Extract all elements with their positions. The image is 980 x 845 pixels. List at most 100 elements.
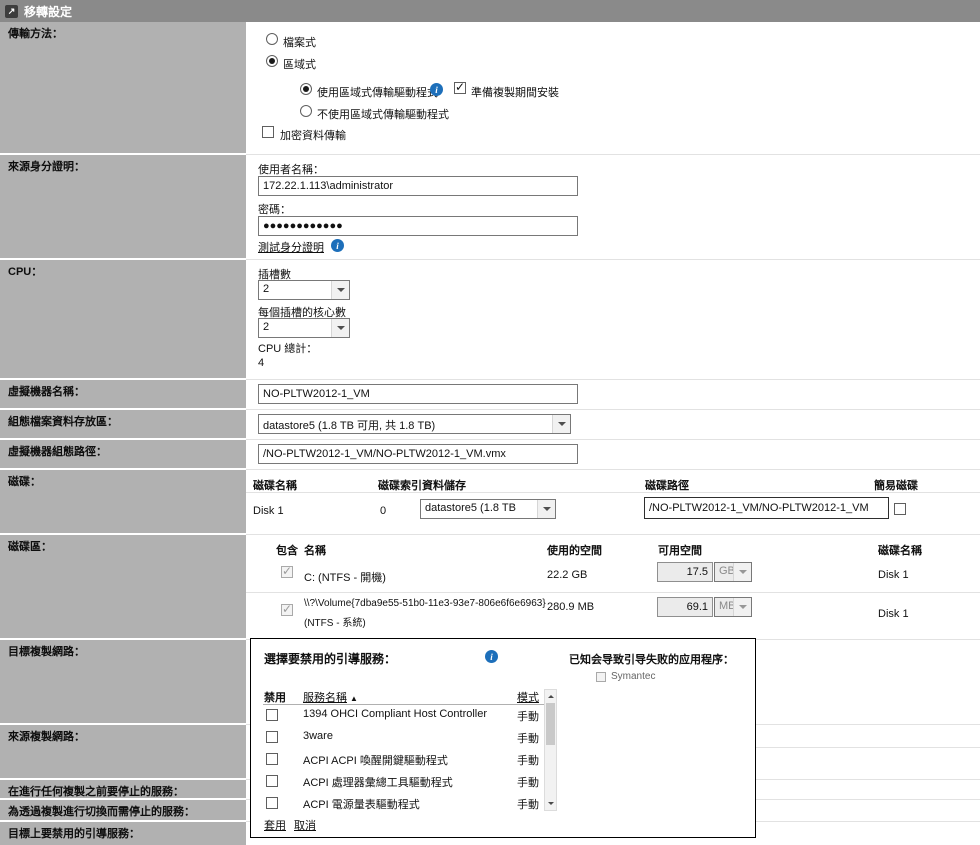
install-during-replication-checkbox[interactable] [454,82,466,94]
apply-link[interactable]: 套用 [264,817,286,833]
test-credentials-link[interactable]: 測試身分證明 [258,239,324,255]
volume-unit-select: GB [714,562,752,582]
chevron-down-icon [552,415,570,433]
service-name-sort[interactable]: 服務名稱 [303,692,347,704]
password-input[interactable] [258,216,578,236]
service-mode: 手動 [517,752,539,768]
file-based-radio[interactable] [266,33,278,45]
volume-name-suffix: (NTFS - 系統) [304,614,366,629]
vm-name-input[interactable] [258,384,578,404]
row-separator [246,154,980,155]
scroll-up-button[interactable] [545,690,556,703]
use-driver-radio[interactable] [300,83,312,95]
encrypt-checkbox[interactable] [262,126,274,138]
service-name: ACPI 電源量表驅動程式 [303,796,420,812]
disk-col-thin: 簡易磁碟 [874,477,918,493]
scroll-thumb[interactable] [546,703,555,745]
vol-col-include: 包含 [276,542,298,558]
config-datastore-value: datastore5 (1.8 TB 可用, 共 1.8 TB) [259,415,552,433]
known-apps-title: 已知会导致引导失败的应用程序： [569,651,734,667]
disk-col-index: 磁碟索引 [378,477,422,493]
vol-col-disk: 磁碟名稱 [878,542,922,558]
volume-free-input[interactable] [657,597,713,617]
chevron-down-icon [733,598,751,616]
disk-path-input[interactable] [644,497,889,519]
row-label-stop-services-cutover: 為透過複製進行切換而需停止的服務： [0,800,246,820]
row-label-vm-config-path: 虛擬機器組態路徑： [0,440,246,468]
disk-row-index: 0 [380,505,386,517]
volume-unit-select: MB [714,597,752,617]
page-title: 移轉設定 [24,3,72,20]
info-icon[interactable]: i [485,650,498,663]
symantec-label: Symantec [611,671,655,682]
install-during-replication-label: 準備複製期間安裝 [471,84,559,100]
migration-settings-page: ↗ 移轉設定 傳輸方法： 來源身分證明： CPU： 虛擬機器名稱： 組態檔案資料… [0,0,980,845]
popup-col-disable: 禁用 [264,689,286,705]
volume-used: 22.2 GB [547,569,587,581]
thin-disk-checkbox[interactable] [894,503,906,515]
service-name: 3ware [303,730,333,742]
titlebar: ↗ 移轉設定 [0,0,980,22]
boot-services-popup: 選擇要禁用的引導服務： i 已知会导致引导失败的应用程序： Symantec 禁… [250,638,756,838]
volume-unit-value: GB [715,563,733,581]
service-checkbox[interactable] [266,731,278,743]
scroll-down-button[interactable] [545,797,556,810]
block-based-label: 區域式 [283,56,316,72]
cancel-link[interactable]: 取消 [294,817,316,833]
chevron-down-icon [331,319,349,337]
file-based-label: 檔案式 [283,34,316,50]
no-driver-radio[interactable] [300,105,312,117]
disk-col-path: 磁碟路徑 [645,477,689,493]
config-datastore-select[interactable]: datastore5 (1.8 TB 可用, 共 1.8 TB) [258,414,571,434]
popup-header-underline [263,704,546,705]
volume-include-checkbox [281,566,293,578]
username-label: 使用者名稱： [258,161,324,177]
service-checkbox[interactable] [266,753,278,765]
row-label-target-network: 目標複製網路： [0,640,246,723]
scroll-down-icon [548,802,554,808]
row-label-disk: 磁碟： [0,470,246,533]
vol-col-name: 名稱 [304,542,326,558]
sort-asc-icon: ▲ [350,694,358,703]
service-checkbox[interactable] [266,797,278,809]
disk-datastore-value: datastore5 (1.8 TB [421,500,537,518]
volume-unit-value: MB [715,598,733,616]
scroll-up-icon [548,692,554,698]
symantec-checkbox [596,672,606,682]
service-mode: 手動 [517,774,539,790]
service-name: ACPI 處理器彙總工具驅動程式 [303,774,453,790]
popup-col-service[interactable]: 服務名稱▲ [303,689,358,705]
row-label-stop-services-before: 在進行任何複製之前要停止的服務： [0,780,246,798]
info-icon[interactable]: i [331,239,344,252]
disk-datastore-select[interactable]: datastore5 (1.8 TB [420,499,556,519]
chevron-down-icon [733,563,751,581]
service-checkbox[interactable] [266,775,278,787]
vol-col-free: 可用空間 [658,542,702,558]
service-name: ACPI ACPI 喚醒開鍵驅動程式 [303,752,448,768]
row-label-disable-boot-services: 目標上要禁用的引導服務： [0,822,246,845]
volume-free-input[interactable] [657,562,713,582]
row-separator [246,534,980,535]
cpu-total-label: CPU 總計： [258,340,317,356]
row-separator [246,379,980,380]
row-label-config-datastore: 組態檔案資料存放區： [0,410,246,438]
service-mode: 手動 [517,796,539,812]
volume-include-checkbox [281,604,293,616]
use-driver-label: 使用區域式傳輸驅動程式 [317,84,438,100]
cores-select[interactable]: 2 [258,318,350,338]
block-based-radio[interactable] [266,55,278,67]
service-checkbox[interactable] [266,709,278,721]
vol-col-used: 使用的空間 [547,542,602,558]
disk-col-datastore: 資料儲存 [422,477,466,493]
username-input[interactable] [258,176,578,196]
row-label-transfer-method: 傳輸方法： [0,22,246,153]
vm-config-path-input[interactable] [258,444,578,464]
chevron-down-icon [537,500,555,518]
volume-name: C: (NTFS - 開機) [304,569,386,585]
info-icon[interactable]: i [430,83,443,96]
popup-col-mode[interactable]: 模式 [517,689,539,705]
row-separator [246,409,980,410]
encrypt-label: 加密資料傳輸 [280,127,346,143]
sockets-select[interactable]: 2 [258,280,350,300]
popup-scrollbar[interactable] [544,689,557,811]
